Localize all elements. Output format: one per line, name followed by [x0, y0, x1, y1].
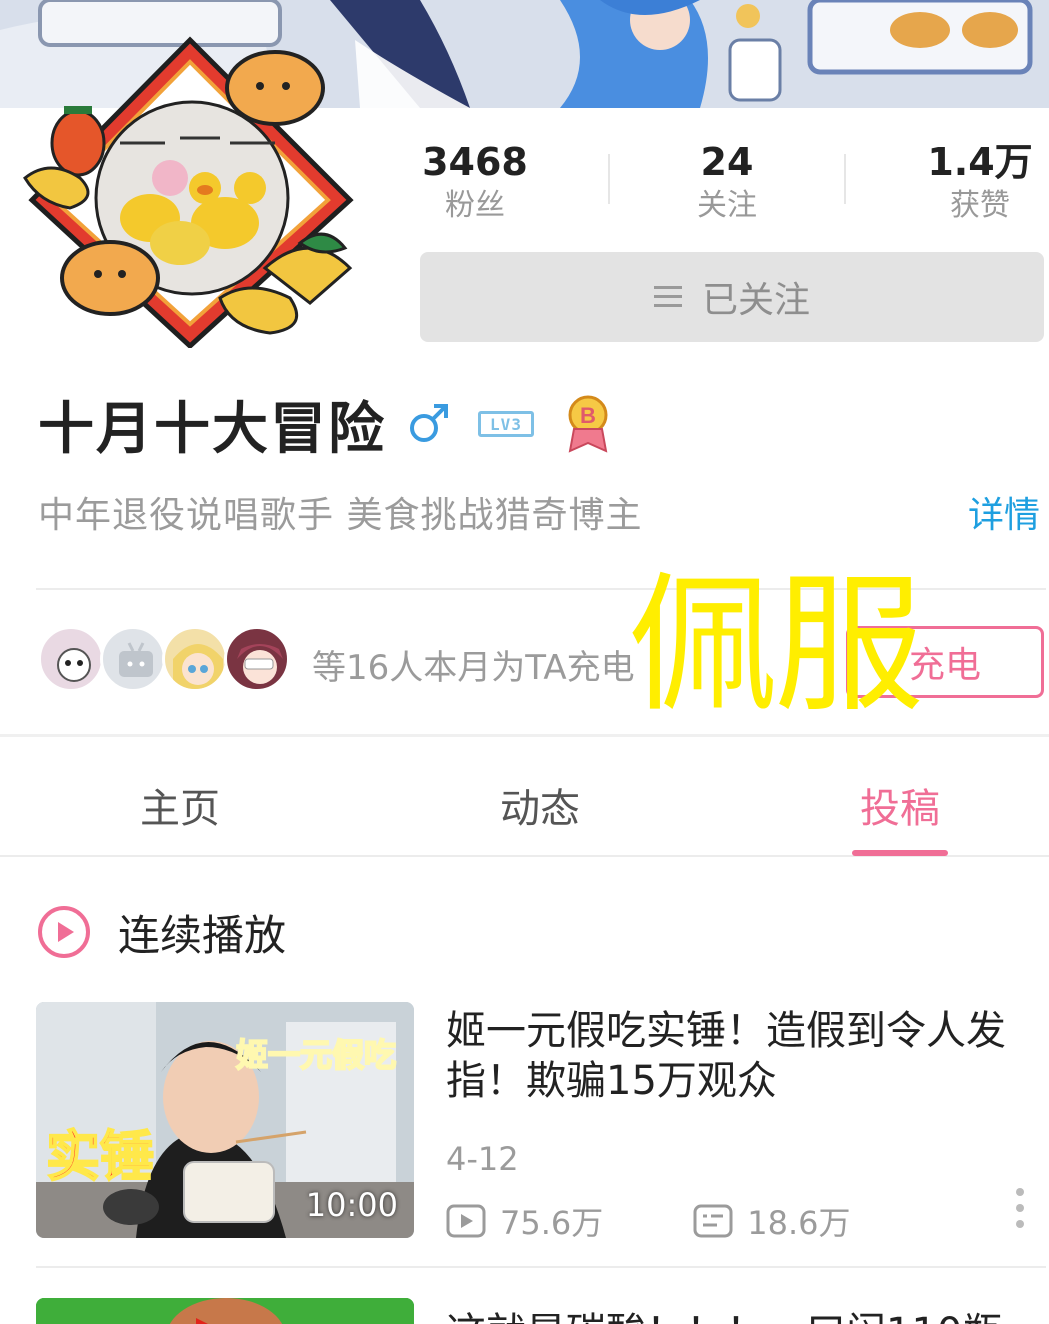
tab-home[interactable]: 主页 — [140, 776, 220, 834]
tab-uploads[interactable]: 投稿 — [860, 776, 940, 834]
continuous-play[interactable]: 连续播放 — [36, 900, 286, 964]
profile-stats: 3468 粉丝 24 关注 1.4万 获赞 — [400, 138, 1045, 238]
stat-value: 1.4万 — [927, 140, 1033, 184]
avatar[interactable] — [20, 28, 360, 348]
view-count-value: 75.6万 — [500, 1204, 604, 1242]
danmaku-count-value: 18.6万 — [747, 1204, 851, 1242]
thumbnail-image — [36, 1298, 414, 1324]
followed-button[interactable]: 已关注 — [420, 252, 1044, 342]
stat-label: 粉丝 — [445, 188, 505, 223]
stat-likes[interactable]: 1.4万 获赞 — [915, 138, 1045, 226]
danmaku-count: 18.6万 — [693, 1198, 851, 1244]
followed-button-label: 已关注 — [701, 280, 810, 321]
svg-text:B: B — [580, 403, 596, 428]
divider — [0, 734, 1049, 737]
thumbnail-caption-side: 实锤 — [45, 1124, 155, 1189]
charger-avatar — [224, 626, 290, 692]
thumbnail-caption-top: 姬一元假吃 — [235, 1035, 397, 1075]
play-circle-icon — [38, 906, 90, 958]
profile-tabs: 主页 动态 投稿 — [0, 738, 1049, 856]
profile-name-row: 十月十大冒险 LV3 B — [38, 384, 614, 464]
username: 十月十大冒险 — [38, 396, 386, 462]
continuous-play-label: 连续播放 — [118, 910, 287, 960]
charger-avatar — [100, 626, 166, 692]
vip-medal-icon[interactable]: B — [562, 395, 614, 453]
video-title[interactable]: 姬一元假吃实锤！造假到令人发指！欺骗15万观众 — [446, 1006, 1036, 1106]
stat-label: 获赞 — [950, 188, 1010, 223]
stat-value: 3468 — [422, 140, 528, 184]
video-title[interactable]: 这就是碳酸！！！一口闷110瓶 — [446, 1300, 1002, 1324]
male-symbol-icon — [410, 404, 448, 442]
view-count: 75.6万 — [446, 1198, 603, 1244]
detail-link[interactable]: 详情 — [968, 486, 1040, 538]
video-thumbnail[interactable]: 姬一元假吃 实锤 10:00 — [36, 1002, 414, 1238]
stat-divider — [608, 154, 610, 204]
charger-avatars[interactable] — [38, 626, 298, 696]
stat-label: 关注 — [697, 188, 757, 223]
stat-value: 24 — [700, 140, 754, 184]
stat-following[interactable]: 24 关注 — [662, 138, 792, 226]
video-item[interactable]: 姬一元假吃 实锤 10:00 姬一元假吃实锤！造假到令人发指！欺骗15万观众 4… — [36, 1002, 1046, 1242]
overlay-caption: 佩服 — [628, 559, 924, 733]
charger-avatar — [38, 626, 104, 692]
tab-dynamics[interactable]: 动态 — [500, 776, 580, 834]
charge-info-text: 等16人本月为TA充电 — [312, 648, 635, 688]
stat-divider — [844, 154, 846, 204]
video-thumbnail[interactable] — [36, 1298, 414, 1324]
profile-bio: 中年退役说唱歌手 美食挑战猎奇博主 — [38, 495, 643, 536]
divider — [36, 1266, 1046, 1268]
stat-fans[interactable]: 3468 粉丝 — [410, 138, 540, 226]
active-tab-indicator — [852, 850, 948, 856]
danmaku-icon — [693, 1204, 733, 1238]
video-meta: 75.6万 18.6万 — [446, 1198, 851, 1244]
charger-avatar — [162, 626, 228, 692]
video-date: 4-12 — [446, 1140, 519, 1178]
menu-icon — [653, 286, 682, 308]
level-badge[interactable]: LV3 — [478, 411, 534, 437]
play-count-icon — [446, 1204, 486, 1238]
video-duration: 10:00 — [305, 1186, 398, 1224]
more-options-icon[interactable] — [1012, 1186, 1028, 1230]
